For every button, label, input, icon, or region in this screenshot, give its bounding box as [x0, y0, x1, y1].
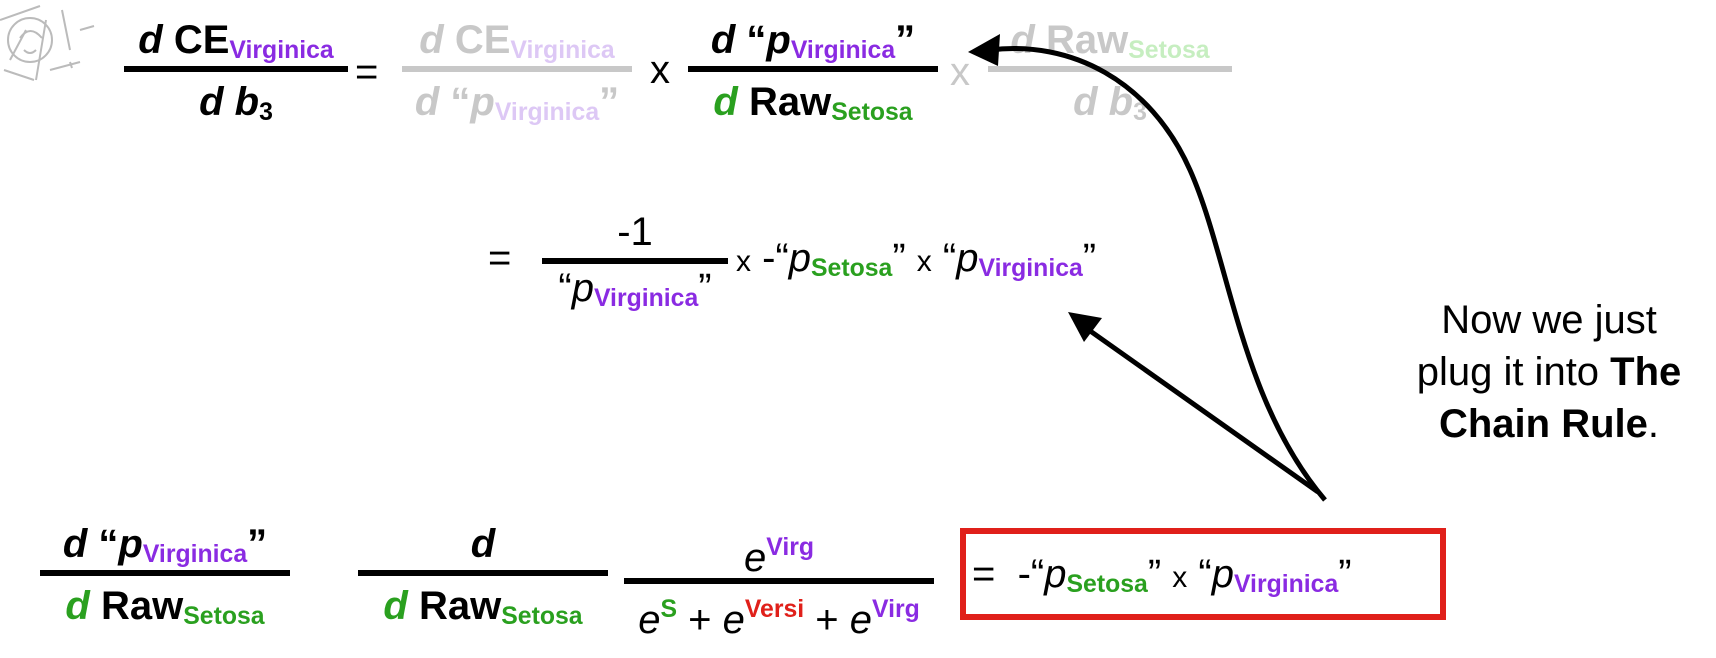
equals-sign: = [972, 552, 996, 596]
p-symbol: p [118, 522, 143, 566]
derivative-denominator: d Raw Setosa [383, 584, 582, 629]
setosa-subscript: Setosa [501, 603, 583, 631]
e-symbol: e [849, 598, 873, 642]
softmax-numerator: e Virg [744, 524, 814, 578]
p-symbol: p [1211, 552, 1234, 596]
e-symbol: e [722, 598, 745, 642]
bottom-lhs-numerator: d “p Virginica” [62, 522, 268, 567]
times-sign: x [1172, 561, 1188, 594]
setosa-subscript: Setosa [183, 603, 265, 631]
neg-open-quote: -“ [1017, 552, 1045, 596]
derivative-numerator: d [471, 524, 495, 564]
straight-arrow-icon [1084, 325, 1320, 495]
versi-exponent: Versi [744, 595, 805, 623]
virginica-subscript: Virginica [1233, 571, 1339, 599]
result-expression: = -“ p Setosa” x “p Virginica” [972, 552, 1352, 597]
close-quote: ” [1338, 552, 1352, 596]
softmax-denominator: eS + e Versi + e Virg [638, 595, 920, 642]
d-symbol: d [383, 584, 408, 628]
d-symbol: d [62, 522, 88, 566]
fraction-bar [40, 570, 290, 576]
plus-sign: + [815, 598, 839, 642]
close-quote: ” [247, 522, 268, 566]
bottom-derivative-operator: d d Raw Setosa [358, 524, 608, 629]
setosa-subscript: Setosa [1066, 571, 1148, 599]
open-quote: “ [1198, 552, 1212, 596]
d-symbol: d [470, 522, 496, 566]
open-quote: “ [98, 522, 119, 566]
bottom-lhs-fraction: d “p Virginica” d Raw Setosa [40, 522, 290, 629]
bottom-softmax-fraction: e Virg eS + e Versi + e Virg [624, 524, 934, 640]
bottom-lhs-denominator: d Raw Setosa [65, 584, 264, 629]
virg-exponent: Virg [766, 533, 815, 561]
plus-sign: + [688, 598, 712, 642]
virg-exponent: Virg [872, 595, 920, 623]
result-box: = -“ p Setosa” x “p Virginica” [960, 528, 1446, 620]
raw-symbol: Raw [100, 584, 184, 628]
e-symbol: e [638, 598, 661, 642]
s-exponent: S [660, 595, 677, 623]
close-quote: ” [1147, 552, 1162, 596]
d-symbol: d [65, 584, 90, 628]
fraction-bar [624, 578, 934, 584]
curved-arrowhead-icon [968, 34, 1000, 66]
raw-symbol: Raw [418, 584, 502, 628]
virginica-subscript: Virginica [142, 541, 248, 569]
fraction-bar [358, 570, 608, 576]
e-symbol: e [743, 536, 767, 580]
p-symbol: p [1044, 552, 1067, 596]
curved-arrow-icon [989, 46, 1327, 502]
